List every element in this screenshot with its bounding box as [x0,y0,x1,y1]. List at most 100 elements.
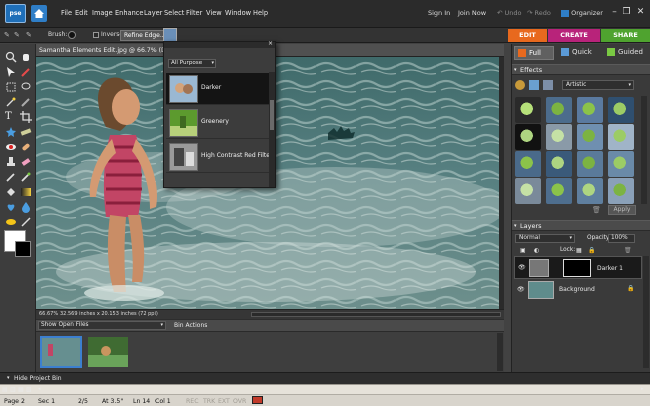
menu-image[interactable]: Image [92,9,113,17]
brush-size-icon[interactable] [68,31,76,39]
bin-thumbnail-garden[interactable] [88,337,128,367]
blur-tool-icon[interactable] [20,201,32,213]
hand-tool-icon[interactable] [20,51,32,63]
eyedropper-tool-icon[interactable] [20,66,32,78]
view-web-icon[interactable]: ▥ [10,386,16,393]
effects-panel-header[interactable]: ▾ Effects [512,64,650,75]
sign-in-link[interactable]: Sign In [428,9,450,17]
menu-edit[interactable]: Edit [75,9,88,17]
cookie-cutter-tool-icon[interactable] [5,126,17,138]
view-normal-icon[interactable]: ▤ [2,386,8,393]
effect-thumb[interactable] [515,97,541,123]
paint-bucket-tool-icon[interactable] [5,186,17,198]
menu-view[interactable]: View [206,9,222,17]
clone-stamp-tool-icon[interactable] [5,156,17,168]
filter-item-darker[interactable]: Darker [166,73,269,105]
background-color-swatch[interactable] [15,241,31,257]
filter-thumbnail-icon[interactable] [163,28,177,42]
layer-row-darker[interactable]: 👁 Darker 1 [514,256,642,279]
effect-thumb[interactable] [515,178,541,204]
effect-thumb[interactable] [608,97,634,123]
effect-thumb[interactable] [515,124,541,150]
layers-panel-header[interactable]: ▾ Layers [512,220,650,231]
marquee-tool-icon[interactable] [5,81,17,93]
restore-button[interactable]: ❐ [620,6,633,19]
eye-visibility-icon[interactable]: 👁 [517,286,525,293]
close-icon[interactable]: × [268,40,273,47]
hide-project-bin-toggle[interactable]: Hide Project Bin [14,375,62,382]
smart-brush-tool-icon[interactable] [20,171,32,183]
pencil-tool-icon[interactable] [20,216,32,228]
magic-wand-tool-icon[interactable] [5,96,17,108]
move-tool-icon[interactable] [5,66,17,78]
wp-ext[interactable]: EXT [218,398,230,405]
tab-full[interactable]: Full [514,46,554,60]
scroll-right-icon[interactable]: ▸ [641,386,644,392]
photo-effects-category-icon[interactable] [543,80,553,90]
layer-row-background[interactable]: 👁 Background 🔒 [514,280,642,300]
tab-quick[interactable]: Quick [558,46,602,60]
opacity-field[interactable]: 100% [608,234,635,243]
effect-thumb[interactable] [577,151,603,177]
red-eye-tool-icon[interactable] [5,141,17,153]
crop-tool-icon[interactable] [20,111,32,123]
layer-styles-category-icon[interactable] [529,80,539,90]
layers-scrollbar[interactable] [643,256,649,368]
adjustment-layer-icon[interactable]: ◐ [534,247,539,254]
redo-button[interactable]: ↷ Redo [527,9,551,17]
menu-help[interactable]: Help [253,9,268,17]
gradient-tool-icon[interactable] [20,186,32,198]
menu-layer[interactable]: Layer [144,9,162,17]
menu-select[interactable]: Select [164,9,184,17]
zoom-tool-icon[interactable] [5,51,17,63]
join-now-link[interactable]: Join Now [458,9,486,17]
menu-window[interactable]: Window [225,9,251,17]
straighten-tool-icon[interactable] [20,126,32,138]
bin-thumbnail-beach[interactable] [40,336,82,368]
popup-scrollbar[interactable] [269,72,275,187]
tab-guided[interactable]: Guided [604,46,649,60]
undo-button[interactable]: ↶ Undo [497,9,522,17]
effect-thumb[interactable] [608,151,634,177]
effect-thumb[interactable] [546,151,572,177]
inverse-checkbox[interactable] [93,32,99,38]
lock-all-icon[interactable]: 🔒 [588,247,595,254]
bin-actions-menu[interactable]: Bin Actions [174,322,207,329]
spelling-status-icon[interactable] [252,396,263,404]
wp-trk[interactable]: TRK [203,398,215,405]
scroll-left-icon[interactable]: ◂ [38,386,41,392]
filters-category-icon[interactable] [515,80,525,90]
effect-thumb[interactable] [577,97,603,123]
zoom-level[interactable]: 66.67% [39,310,58,319]
subtract-selection-icon[interactable]: ✎ [26,31,32,39]
blend-mode-dropdown[interactable]: Normal ▾ [515,234,575,243]
home-icon[interactable] [31,5,47,22]
canvas-horizontal-scrollbar[interactable] [251,312,501,317]
view-print-icon[interactable]: ▦ [18,386,24,393]
bin-scrollbar[interactable] [497,333,503,371]
effect-thumb[interactable] [546,97,572,123]
brush-preset-icon[interactable]: ✎ [4,31,10,39]
organizer-button[interactable]: Organizer [561,9,603,17]
popup-scroll-thumb[interactable] [270,100,274,130]
menu-enhance[interactable]: Enhance [115,9,143,17]
effect-thumb[interactable] [577,124,603,150]
shape-tool-icon[interactable] [5,201,17,213]
canvas-vertical-scrollbar[interactable] [499,57,504,309]
menu-filter[interactable]: Filter [186,9,202,17]
view-outline-icon[interactable]: ▧ [26,386,32,393]
lasso-tool-icon[interactable] [20,81,32,93]
effect-thumb[interactable] [577,178,603,204]
close-button[interactable]: ✕ [634,6,647,19]
effect-thumb[interactable] [515,151,541,177]
tab-edit[interactable]: EDIT [508,29,547,42]
show-open-files-dropdown[interactable]: Show Open Files ▾ [38,321,166,330]
effect-thumb[interactable] [546,124,572,150]
spot-healing-tool-icon[interactable] [20,141,32,153]
lock-transparency-icon[interactable]: ▦ [576,247,582,254]
trash-icon[interactable]: 🗑 [592,206,601,214]
quick-selection-tool-icon[interactable] [20,96,32,108]
apply-effect-button[interactable]: Apply [608,205,636,215]
eraser-tool-icon[interactable] [20,156,32,168]
effects-scrollbar[interactable] [641,96,647,204]
